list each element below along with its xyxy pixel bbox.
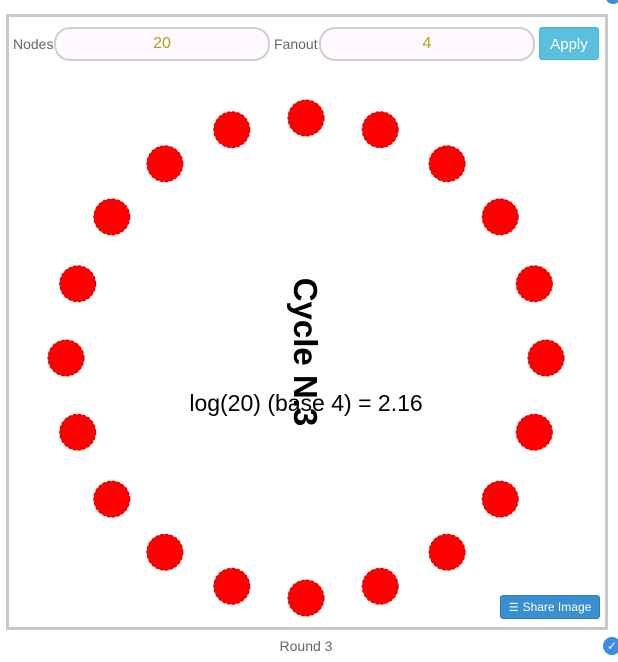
- graph-node: [361, 567, 399, 605]
- graph-node: [59, 413, 97, 451]
- share-image-button[interactable]: ☰ Share Image: [500, 595, 600, 619]
- graph-node: [213, 567, 251, 605]
- formula-label: log(20) (base 4) = 2.16: [189, 390, 422, 416]
- graph-node: [527, 339, 565, 377]
- graph-node: [287, 579, 325, 617]
- graph-node: [59, 265, 97, 303]
- layers-icon: ☰: [508, 602, 519, 614]
- graph-node: [146, 533, 184, 571]
- check-icon: ✓: [603, 637, 618, 655]
- graph-node: [428, 533, 466, 571]
- graph-panel: Nodes 20 Fanout 4 Apply Cycle N.3 log(20…: [6, 14, 608, 630]
- status-dot-icon: [606, 0, 618, 4]
- graph-node: [481, 198, 519, 236]
- graph-node: [213, 111, 251, 149]
- graph-node: [93, 480, 131, 518]
- graph-node: [515, 265, 553, 303]
- graph-node: [47, 339, 85, 377]
- gossip-graph: Cycle N.3 log(20) (base 4) = 2.16: [47, 99, 565, 617]
- graph-node: [361, 111, 399, 149]
- graph-node: [287, 99, 325, 137]
- round-label: Round 3: [279, 638, 333, 654]
- share-image-label: Share Image: [522, 600, 592, 614]
- graph-node: [146, 145, 184, 183]
- graph-node: [428, 145, 466, 183]
- graph-node: [481, 480, 519, 518]
- graph-node: [93, 198, 131, 236]
- graph-node: [515, 413, 553, 451]
